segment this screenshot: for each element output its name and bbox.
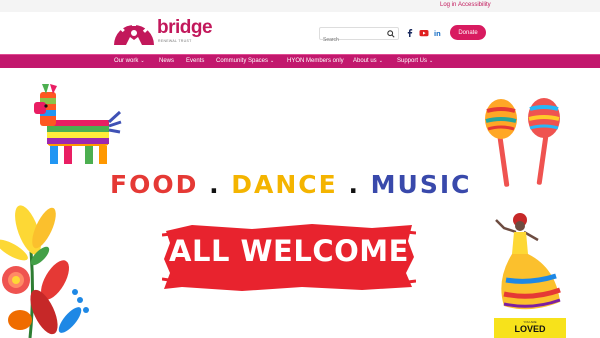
nav-label: Our work	[114, 58, 139, 64]
loved-badge: YOU ARE LOVED	[494, 318, 566, 338]
chevron-down-icon: ⌄	[140, 58, 145, 64]
nav-label: Community Spaces	[216, 58, 269, 64]
linkedin-icon[interactable]: in	[433, 28, 443, 38]
hero-separator: .	[209, 170, 221, 199]
nav-item-support-us[interactable]: Support Us ⌄	[397, 58, 433, 64]
nav-item-our-work[interactable]: Our work ⌄	[114, 58, 145, 64]
chevron-down-icon: ⌄	[429, 58, 434, 64]
dancer-illustration	[495, 213, 561, 310]
main-nav: Our work ⌄ News Events Community Spaces ⌄ …	[0, 54, 600, 68]
hero-title: FOOD . DANCE . MUSIC	[110, 170, 480, 200]
nav-label: HYON Members only	[287, 58, 344, 64]
nav-label: Support Us	[397, 58, 428, 64]
badge-main-text: LOVED	[514, 324, 546, 334]
nav-item-about-us[interactable]: About us ⌄	[353, 58, 383, 64]
nav-item-events[interactable]: Events	[186, 58, 204, 64]
chevron-down-icon: ⌄	[378, 58, 383, 64]
svg-text:in: in	[434, 29, 441, 38]
hero-word-food: FOOD	[110, 170, 199, 199]
nav-item-community-spaces[interactable]: Community Spaces ⌄	[216, 58, 274, 64]
utility-bar: Log in Accessibility	[0, 0, 600, 12]
youtube-icon[interactable]	[419, 28, 429, 38]
nav-label: About us	[353, 58, 377, 64]
flowers-illustration	[0, 205, 89, 338]
nav-item-news[interactable]: News	[159, 58, 174, 64]
accessibility-link[interactable]: Accessibility	[458, 2, 491, 8]
hero-word-dance: DANCE	[231, 170, 338, 199]
donate-button[interactable]: Donate	[450, 25, 486, 40]
brand-name[interactable]: bridge	[157, 17, 213, 39]
brand-tagline: RENEWAL TRUST	[158, 39, 192, 43]
search-icon[interactable]	[387, 30, 395, 38]
nav-label: News	[159, 58, 175, 64]
login-link[interactable]: Log in	[440, 2, 456, 8]
chevron-down-icon: ⌄	[270, 58, 275, 64]
search-input[interactable]	[320, 34, 384, 46]
maracas-illustration	[485, 98, 560, 187]
nav-label: Events	[186, 58, 205, 64]
pinata-illustration	[34, 84, 122, 164]
search-box	[319, 27, 399, 46]
nav-item-hyon[interactable]: HYON Members only	[287, 58, 344, 64]
hero-word-music: MUSIC	[370, 170, 472, 199]
hero-separator: .	[348, 170, 360, 199]
all-welcome-text: ALL WELCOME	[169, 234, 409, 268]
facebook-icon[interactable]	[405, 28, 415, 38]
